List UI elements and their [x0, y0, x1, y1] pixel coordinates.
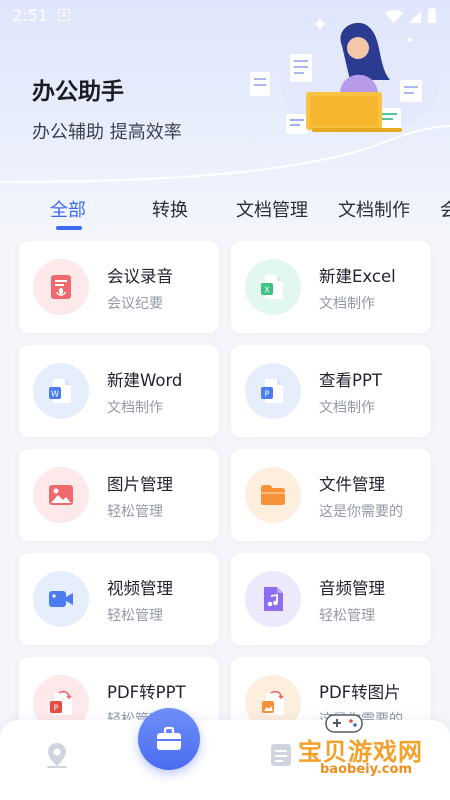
- page-subtitle: 办公辅助 提高效率: [32, 122, 182, 143]
- tool-subtitle: 文档制作: [319, 296, 375, 312]
- svg-text:P: P: [265, 390, 270, 399]
- status-bar: 2:51 A: [0, 0, 450, 32]
- tool-card-new-excel[interactable]: X 新建Excel 文档制作: [231, 241, 431, 333]
- tool-card-image-manage[interactable]: 图片管理 轻松管理: [19, 449, 219, 541]
- tool-card-audio-manage[interactable]: 音频管理 轻松管理: [231, 553, 431, 645]
- status-icons: [385, 8, 436, 23]
- tool-title: 音频管理: [319, 579, 385, 598]
- tool-card-video-manage[interactable]: 视频管理 轻松管理: [19, 553, 219, 645]
- tool-title: PDF转PPT: [107, 683, 186, 702]
- ppt-doc-icon: P: [245, 363, 301, 419]
- svg-text:P: P: [54, 704, 59, 713]
- briefcase-button[interactable]: [138, 708, 200, 770]
- tool-title: PDF转图片: [319, 683, 401, 702]
- tab-convert[interactable]: 转换: [152, 196, 188, 222]
- folder-icon: [245, 467, 301, 523]
- active-tab-indicator: [56, 226, 82, 230]
- word-doc-icon: W: [33, 363, 89, 419]
- watermark-logo: 宝贝游戏网 baobeiy.com: [276, 708, 446, 788]
- tab-doc-manage[interactable]: 文档管理: [236, 196, 308, 222]
- video-camera-icon: [33, 571, 89, 627]
- wifi-icon: [385, 10, 403, 23]
- category-tabs: 全部 转换 文档管理 文档制作 会: [0, 192, 450, 232]
- excel-doc-icon: X: [245, 259, 301, 315]
- status-time: 2:51: [12, 6, 48, 25]
- tool-title: 新建Excel: [319, 267, 396, 286]
- svg-text:X: X: [264, 286, 270, 295]
- tool-subtitle: 轻松管理: [107, 504, 163, 520]
- svg-text:W: W: [51, 390, 59, 399]
- microphone-doc-icon: [33, 259, 89, 315]
- tool-title: 查看PPT: [319, 371, 382, 390]
- tool-title: 图片管理: [107, 475, 173, 494]
- tool-title: 文件管理: [319, 475, 385, 494]
- tool-title: 会议录音: [107, 267, 173, 286]
- tool-subtitle: 这是你需要的: [319, 504, 403, 520]
- tool-subtitle: 轻松管理: [319, 608, 375, 624]
- tool-title: 新建Word: [107, 371, 183, 390]
- gamepad-icon: [325, 714, 363, 733]
- tab-all[interactable]: 全部: [50, 196, 86, 222]
- tool-subtitle: 会议纪要: [107, 296, 163, 312]
- tab-doc-create[interactable]: 文档制作: [338, 196, 410, 222]
- tool-subtitle: 轻松管理: [107, 608, 163, 624]
- battery-icon: [428, 9, 436, 23]
- signal-icon: [409, 11, 421, 23]
- tool-subtitle: 文档制作: [107, 400, 163, 416]
- tool-subtitle: 文档制作: [319, 400, 375, 416]
- watermark-url: baobeiy.com: [320, 762, 412, 777]
- tool-card-meeting-record[interactable]: 会议录音 会议纪要: [19, 241, 219, 333]
- music-file-icon: [245, 571, 301, 627]
- tool-card-new-word[interactable]: W 新建Word 文档制作: [19, 345, 219, 437]
- tab-meeting[interactable]: 会: [440, 196, 450, 222]
- tool-card-file-manage[interactable]: 文件管理 这是你需要的: [231, 449, 431, 541]
- image-icon: [33, 467, 89, 523]
- tool-card-view-ppt[interactable]: P 查看PPT 文档制作: [231, 345, 431, 437]
- page-title: 办公助手: [32, 79, 124, 105]
- map-pin-icon[interactable]: [42, 740, 72, 770]
- notification-a-icon: A: [58, 9, 70, 21]
- briefcase-icon: [157, 726, 181, 750]
- tool-title: 视频管理: [107, 579, 173, 598]
